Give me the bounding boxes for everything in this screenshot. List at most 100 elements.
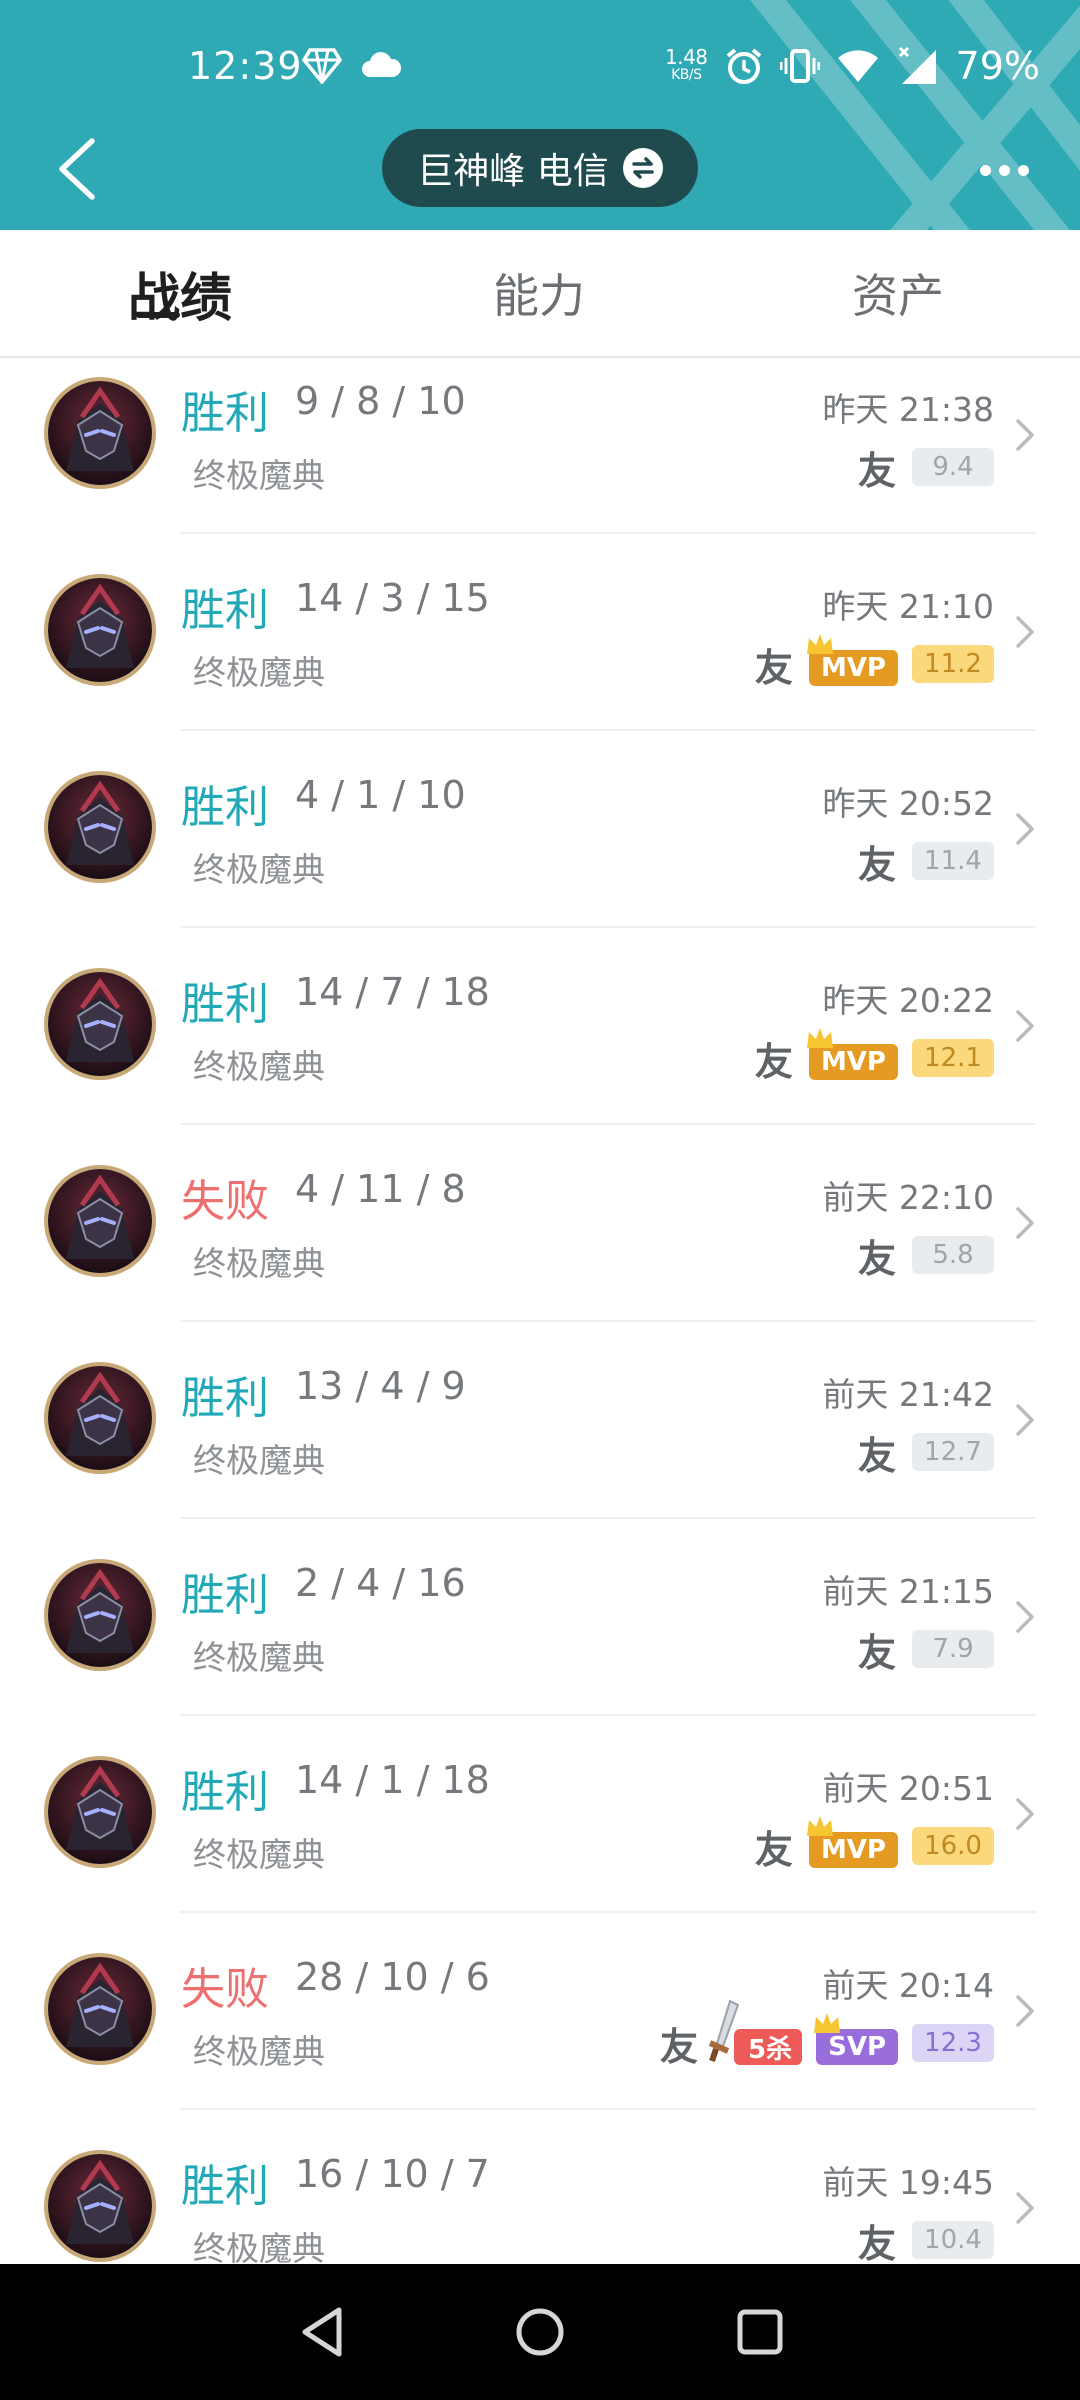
match-mode: 终极魔典: [193, 850, 325, 889]
champion-avatar: [44, 2150, 156, 2262]
match-score: 12.1: [912, 1039, 994, 1077]
match-score: 12.3: [912, 2024, 994, 2062]
match-row[interactable]: 胜利 2 / 4 / 16 终极魔典 前天 21:15 友 7.9: [0, 1519, 1080, 1716]
match-score: 12.7: [912, 1433, 994, 1471]
mvp-badge: MVP: [806, 634, 898, 686]
triangle-back-icon: [302, 2307, 342, 2357]
chevron-right-icon: [1016, 1404, 1034, 1436]
match-time: 前天 21:15: [822, 1572, 994, 1611]
match-row[interactable]: 胜利 9 / 8 / 10 终极魔典 昨天 21:38 友 9.4: [0, 358, 1080, 534]
server-switch-button[interactable]: 巨神峰 电信: [382, 129, 698, 207]
app-notification-icon: [302, 48, 342, 84]
match-time: 前天 21:42: [822, 1375, 994, 1414]
more-dot: [979, 164, 991, 176]
crown-icon: [806, 1028, 833, 1048]
app-header: 12:39 1.48 KB/S 79% 巨神峰 电信: [0, 0, 1080, 230]
badge-label: MVP: [820, 1047, 886, 1077]
match-badges: 友 MVP 11.2: [753, 634, 994, 690]
match-result: 胜利: [181, 1767, 269, 1818]
badge-label: SVP: [828, 2032, 886, 2062]
net-speed-unit: KB/S: [671, 67, 702, 83]
tab-bar: 战绩 能力 资产: [0, 230, 1080, 358]
champion-avatar: [44, 968, 156, 1080]
badge-label: MVP: [820, 1835, 886, 1865]
match-result: 胜利: [181, 1570, 269, 1621]
friend-icon: 友: [857, 448, 896, 493]
match-result: 胜利: [181, 585, 269, 636]
active-tab-indicator: [136, 312, 180, 318]
friend-icon: 友: [857, 842, 896, 887]
match-row[interactable]: 胜利 14 / 7 / 18 终极魔典 昨天 20:22 友 MVP 12.1: [0, 928, 1080, 1125]
system-navigation-bar: [0, 2264, 1080, 2400]
server-label: 巨神峰 电信: [417, 151, 609, 192]
friend-icon: 友: [857, 1433, 896, 1478]
match-kda: 14 / 3 / 15: [295, 576, 490, 620]
match-score: 16.0: [912, 1827, 994, 1865]
match-result: 胜利: [181, 388, 269, 439]
friend-icon: 友: [754, 645, 793, 690]
match-badges: 友 MVP 12.1: [753, 1028, 994, 1084]
chevron-right-icon: [1016, 1010, 1034, 1042]
crown-icon: [814, 2013, 841, 2033]
system-home-button[interactable]: [500, 2292, 580, 2372]
chevron-right-icon: [1016, 419, 1034, 451]
status-right-icons: 1.48 KB/S 79%: [665, 44, 1040, 88]
tab-assets[interactable]: 资产: [796, 230, 1000, 356]
match-time: 前天 22:10: [822, 1178, 994, 1217]
match-mode: 终极魔典: [193, 2032, 325, 2071]
mvp-badge: MVP: [806, 1816, 898, 1868]
match-row[interactable]: 胜利 4 / 1 / 10 终极魔典 昨天 20:52 友 11.4: [0, 731, 1080, 928]
status-time: 12:39: [188, 44, 303, 88]
match-row[interactable]: 胜利 14 / 3 / 15 终极魔典 昨天 21:10 友 MVP 11.2: [0, 534, 1080, 731]
match-kda: 13 / 4 / 9: [295, 1364, 466, 1408]
alarm-icon: [726, 48, 761, 84]
chevron-right-icon: [1016, 616, 1034, 648]
chevron-right-icon: [1016, 1995, 1034, 2027]
match-result: 失败: [181, 1964, 269, 2015]
chevron-right-icon: [1016, 813, 1034, 845]
more-options-button[interactable]: [964, 145, 1044, 195]
tab-ability[interactable]: 能力: [437, 230, 641, 356]
net-speed: 1.48 KB/S: [665, 47, 708, 84]
match-row[interactable]: 胜利 16 / 10 / 7 终极魔典 前天 19:45 友 10.4: [0, 2110, 1080, 2264]
square-recents-icon: [737, 2309, 783, 2355]
penta-kill-badge: 5杀: [708, 1999, 803, 2065]
match-mode: 终极魔典: [193, 1441, 325, 1480]
nav-bar: 巨神峰 电信: [0, 125, 1080, 230]
penta-kill-label: 5杀: [748, 2034, 793, 2065]
match-list[interactable]: 胜利 9 / 8 / 10 终极魔典 昨天 21:38 友 9.4 胜利 14 / 3 / 1…: [0, 358, 1080, 2264]
match-badges: 友 12.7: [856, 1426, 994, 1478]
sword-icon: [708, 1999, 740, 2062]
match-result: 失败: [181, 1176, 269, 1227]
friend-icon: 友: [857, 1236, 896, 1281]
svp-badge: SVP: [814, 2013, 898, 2065]
match-kda: 16 / 10 / 7: [295, 2152, 490, 2196]
chevron-right-icon: [1016, 2192, 1034, 2224]
match-row[interactable]: 胜利 14 / 1 / 18 终极魔典 前天 20:51 友 MVP 16.0: [0, 1716, 1080, 1913]
tab-record[interactable]: 战绩: [78, 230, 282, 356]
match-score: 5.8: [912, 1236, 994, 1274]
champion-avatar: [44, 771, 156, 883]
system-recents-button[interactable]: [720, 2292, 800, 2372]
vibrate-icon: [779, 49, 820, 83]
match-row[interactable]: 失败 4 / 11 / 8 终极魔典 前天 22:10 友 5.8: [0, 1125, 1080, 1322]
match-mode: 终极魔典: [193, 1244, 325, 1283]
system-back-button[interactable]: [282, 2292, 362, 2372]
cloud-icon: [362, 52, 402, 77]
back-button[interactable]: [36, 129, 116, 209]
match-result: 胜利: [181, 1373, 269, 1424]
champion-avatar: [44, 1362, 156, 1474]
match-mode: 终极魔典: [193, 2229, 325, 2264]
crown-icon: [806, 634, 833, 654]
match-result: 胜利: [181, 2161, 269, 2212]
match-badges: 友 9.4: [856, 441, 994, 493]
match-kda: 4 / 11 / 8: [295, 1167, 466, 1211]
match-mode: 终极魔典: [193, 1638, 325, 1677]
back-arrow-icon: [59, 138, 95, 200]
match-time: 昨天 20:22: [822, 981, 994, 1020]
match-row[interactable]: 失败 28 / 10 / 6 终极魔典 前天 20:14 友 5杀 SVP 12.3: [0, 1913, 1080, 2110]
wifi-icon: [837, 50, 878, 82]
match-score: 9.4: [912, 448, 994, 486]
battery-percent: 79%: [955, 44, 1040, 88]
match-row[interactable]: 胜利 13 / 4 / 9 终极魔典 前天 21:42 友 12.7: [0, 1322, 1080, 1519]
